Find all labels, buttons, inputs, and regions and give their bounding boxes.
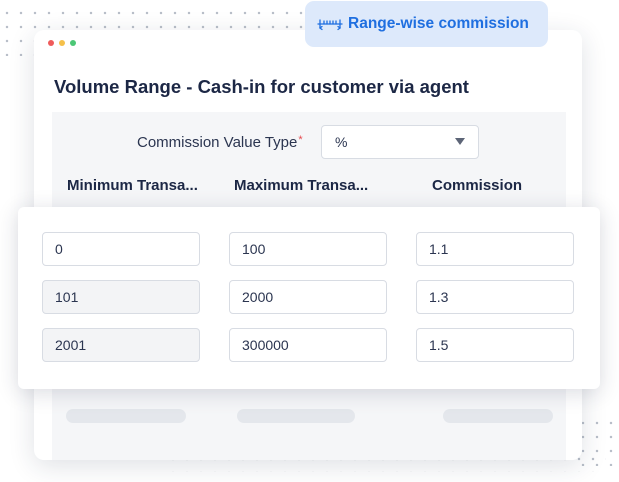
window-controls xyxy=(48,40,76,46)
range-wise-commission-badge: Range-wise commission xyxy=(305,1,548,47)
row-3-commission-input[interactable] xyxy=(416,328,574,362)
row-3-minimum-input[interactable] xyxy=(42,328,200,362)
column-header-maximum: Maximum Transa... xyxy=(234,177,369,194)
range-rows-panel xyxy=(18,207,600,389)
column-header-minimum: Minimum Transa... xyxy=(67,177,198,194)
window-minimize-dot-icon xyxy=(59,40,65,46)
commission-value-type-text: Commission Value Type xyxy=(137,134,298,151)
placeholder-bar xyxy=(237,409,355,423)
column-header-commission: Commission xyxy=(432,177,523,194)
commission-value-type-label: Commission Value Type* xyxy=(137,134,303,151)
badge-label: Range-wise commission xyxy=(348,15,529,32)
commission-value-type-select[interactable]: % xyxy=(321,125,479,159)
row-1-maximum-input[interactable] xyxy=(229,232,387,266)
required-marker: * xyxy=(298,134,303,146)
row-1-minimum-input[interactable] xyxy=(42,232,200,266)
row-2-minimum-input[interactable] xyxy=(42,280,200,314)
dropdown-caret-icon xyxy=(455,138,465,145)
ruler-range-icon xyxy=(317,19,343,31)
window-maximize-dot-icon xyxy=(70,40,76,46)
placeholder-bar xyxy=(443,409,553,423)
row-3-maximum-input[interactable] xyxy=(229,328,387,362)
page-title: Volume Range - Cash-in for customer via … xyxy=(54,76,469,97)
row-1-commission-input[interactable] xyxy=(416,232,574,266)
row-2-commission-input[interactable] xyxy=(416,280,574,314)
placeholder-bar xyxy=(66,409,186,423)
commission-value-type-selected: % xyxy=(335,134,348,150)
row-2-maximum-input[interactable] xyxy=(229,280,387,314)
window-close-dot-icon xyxy=(48,40,54,46)
